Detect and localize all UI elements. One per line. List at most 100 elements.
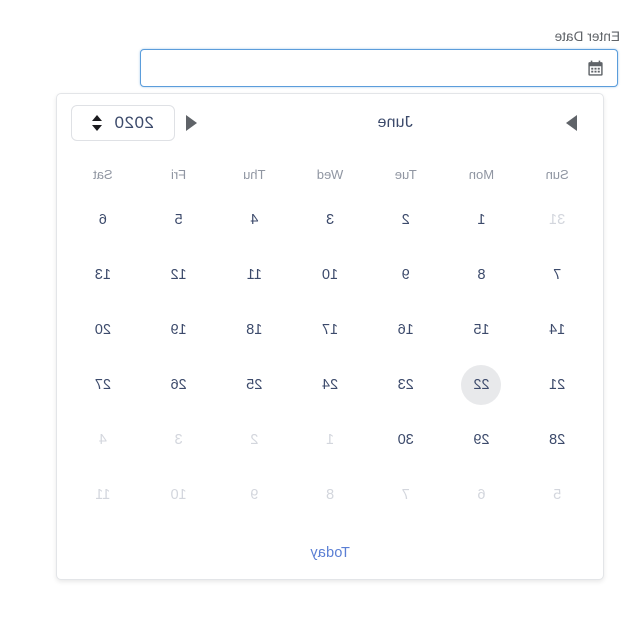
day-cell[interactable]: 16 (368, 302, 444, 357)
day-cell[interactable]: 27 (65, 357, 141, 412)
day-cell[interactable]: 3 (141, 412, 217, 467)
mirrored-viewport: Enter Date June 2020 Sun Mon Tue Wed Thu… (0, 0, 640, 640)
day-cell[interactable]: 11 (216, 247, 292, 302)
day-number: 19 (170, 321, 187, 338)
day-cell[interactable]: 10 (292, 247, 368, 302)
day-number: 23 (397, 376, 414, 393)
day-number: 3 (174, 431, 183, 448)
day-number: 17 (321, 321, 339, 338)
day-number: 29 (473, 431, 490, 448)
chevron-down-icon[interactable] (92, 125, 103, 131)
prev-month-button[interactable] (175, 106, 209, 140)
day-number: 21 (549, 376, 566, 393)
date-input[interactable] (141, 50, 586, 86)
day-number: 20 (94, 321, 111, 338)
today-button[interactable]: Today (310, 545, 350, 561)
day-number: 10 (170, 486, 187, 503)
day-number: 13 (94, 266, 111, 283)
weekday-header-tue: Tue (394, 167, 417, 182)
year-spinner[interactable]: 2020 (71, 105, 175, 141)
day-cell[interactable]: 11 (65, 467, 141, 522)
day-number: 9 (250, 486, 259, 503)
day-cell[interactable]: 8 (292, 467, 368, 522)
day-number: 12 (170, 266, 187, 283)
day-cell[interactable]: 5 (519, 467, 595, 522)
day-number: 25 (246, 376, 263, 393)
day-number: 4 (98, 431, 107, 448)
day-number: 9 (401, 266, 410, 283)
day-cell[interactable]: 3 (292, 192, 368, 247)
day-cell[interactable]: 9 (368, 247, 444, 302)
weekday-header-fri: Fri (171, 167, 187, 182)
calendar-footer: Today (57, 527, 603, 579)
day-cell[interactable]: 4 (216, 192, 292, 247)
day-number: 2 (250, 431, 259, 448)
weekday-header-mon: Mon (468, 167, 495, 182)
date-input-container[interactable] (140, 49, 618, 87)
day-number: 11 (95, 486, 111, 503)
day-number: 6 (98, 211, 107, 228)
day-cell[interactable]: 25 (216, 357, 292, 412)
day-number: 15 (473, 321, 490, 338)
calendar-icon (588, 60, 603, 76)
day-cell-selected[interactable]: 22 (444, 357, 520, 412)
day-cell[interactable]: 1 (292, 412, 368, 467)
day-number: 16 (397, 321, 414, 338)
day-number: 28 (549, 431, 566, 448)
weekday-header-sun: Sun (545, 167, 569, 182)
day-cell[interactable]: 12 (141, 247, 217, 302)
day-cell[interactable]: 1 (444, 192, 520, 247)
day-cell[interactable]: 6 (444, 467, 520, 522)
day-cell[interactable]: 21 (519, 357, 595, 412)
day-cell[interactable]: 17 (292, 302, 368, 357)
day-cell[interactable]: 23 (368, 357, 444, 412)
day-number: 7 (553, 266, 562, 283)
weekday-header-sat: Sat (93, 167, 113, 182)
day-cell[interactable]: 24 (292, 357, 368, 412)
day-cell[interactable]: 26 (141, 357, 217, 412)
day-cell[interactable]: 29 (444, 412, 520, 467)
day-cell[interactable]: 9 (216, 467, 292, 522)
day-cell[interactable]: 2 (216, 412, 292, 467)
day-number: 5 (174, 211, 183, 228)
year-value: 2020 (114, 113, 154, 132)
day-number: 22 (461, 364, 502, 405)
day-cell[interactable]: 20 (65, 302, 141, 357)
day-cell[interactable]: 30 (368, 412, 444, 467)
day-cell[interactable]: 13 (65, 247, 141, 302)
day-cell[interactable]: 18 (216, 302, 292, 357)
day-cell[interactable]: 7 (519, 247, 595, 302)
year-stepper[interactable] (92, 115, 103, 131)
day-cell[interactable]: 6 (65, 192, 141, 247)
day-cell[interactable]: 5 (141, 192, 217, 247)
calendar-panel: June 2020 Sun Mon Tue Wed Thu Fri Sat 31 1 2 3 4 5 6… (56, 93, 604, 580)
day-number: 5 (553, 486, 562, 503)
day-cell[interactable]: 7 (368, 467, 444, 522)
day-cell[interactable]: 2 (368, 192, 444, 247)
day-number: 10 (321, 266, 339, 283)
day-cell[interactable]: 8 (444, 247, 520, 302)
day-number: 31 (549, 211, 566, 228)
day-number: 3 (325, 211, 335, 228)
day-cell[interactable]: 10 (141, 467, 217, 522)
day-number: 18 (246, 321, 263, 338)
weekday-header-thu: Thu (243, 167, 266, 182)
day-grid: 31 1 2 3 4 5 6 7 8 9 10 11 12 13 14 15 16 17 18 19 20 21 22 23 2… (57, 192, 603, 522)
day-number: 7 (401, 486, 410, 503)
day-cell[interactable]: 31 (519, 192, 595, 247)
day-number: 11 (246, 266, 262, 283)
day-cell[interactable]: 19 (141, 302, 217, 357)
next-month-button[interactable] (555, 106, 589, 140)
datepicker-app: Enter Date June 2020 Sun Mon Tue Wed Thu… (0, 0, 640, 640)
day-cell[interactable]: 14 (519, 302, 595, 357)
day-number: 2 (401, 211, 410, 228)
chevron-up-icon[interactable] (92, 115, 103, 121)
day-number: 24 (321, 376, 339, 393)
day-cell[interactable]: 15 (444, 302, 520, 357)
day-cell[interactable]: 4 (65, 412, 141, 467)
day-number: 1 (325, 431, 335, 448)
day-cell[interactable]: 28 (519, 412, 595, 467)
day-number: 1 (477, 211, 486, 228)
triangle-left-icon (186, 115, 198, 131)
day-number: 26 (170, 376, 187, 393)
